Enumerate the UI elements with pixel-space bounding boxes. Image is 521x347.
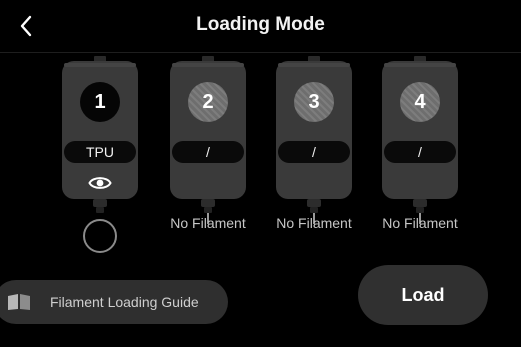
filament-status: No Filament <box>382 215 458 231</box>
slot-3[interactable]: 3 / No Filament <box>274 56 354 256</box>
slot-number: 1 <box>80 82 120 122</box>
slot-number: 3 <box>294 82 334 122</box>
load-button[interactable]: Load <box>358 265 488 325</box>
filament-status: No Filament <box>170 215 246 231</box>
slot-1-select-radio[interactable] <box>83 219 117 253</box>
page-title: Loading Mode <box>196 14 325 35</box>
filament-type: / <box>384 141 456 163</box>
header: Loading Mode <box>0 0 521 53</box>
filament-type: / <box>172 141 244 163</box>
slot-number: 4 <box>400 82 440 122</box>
filament-type: / <box>278 141 350 163</box>
book-icon <box>8 294 30 310</box>
filament-status: No Filament <box>276 215 352 231</box>
eye-icon[interactable] <box>88 174 112 192</box>
slot-number: 2 <box>188 82 228 122</box>
filament-type: TPU <box>64 141 136 163</box>
filament-slots: 1 TPU 2 / No Filament 3 / No Filament 4 … <box>0 56 521 256</box>
slot-2[interactable]: 2 / No Filament <box>168 56 248 256</box>
slot-4[interactable]: 4 / No Filament <box>380 56 460 256</box>
guide-label: Filament Loading Guide <box>50 294 199 310</box>
load-label: Load <box>401 284 445 305</box>
filament-loading-guide-button[interactable]: Filament Loading Guide <box>0 280 228 324</box>
